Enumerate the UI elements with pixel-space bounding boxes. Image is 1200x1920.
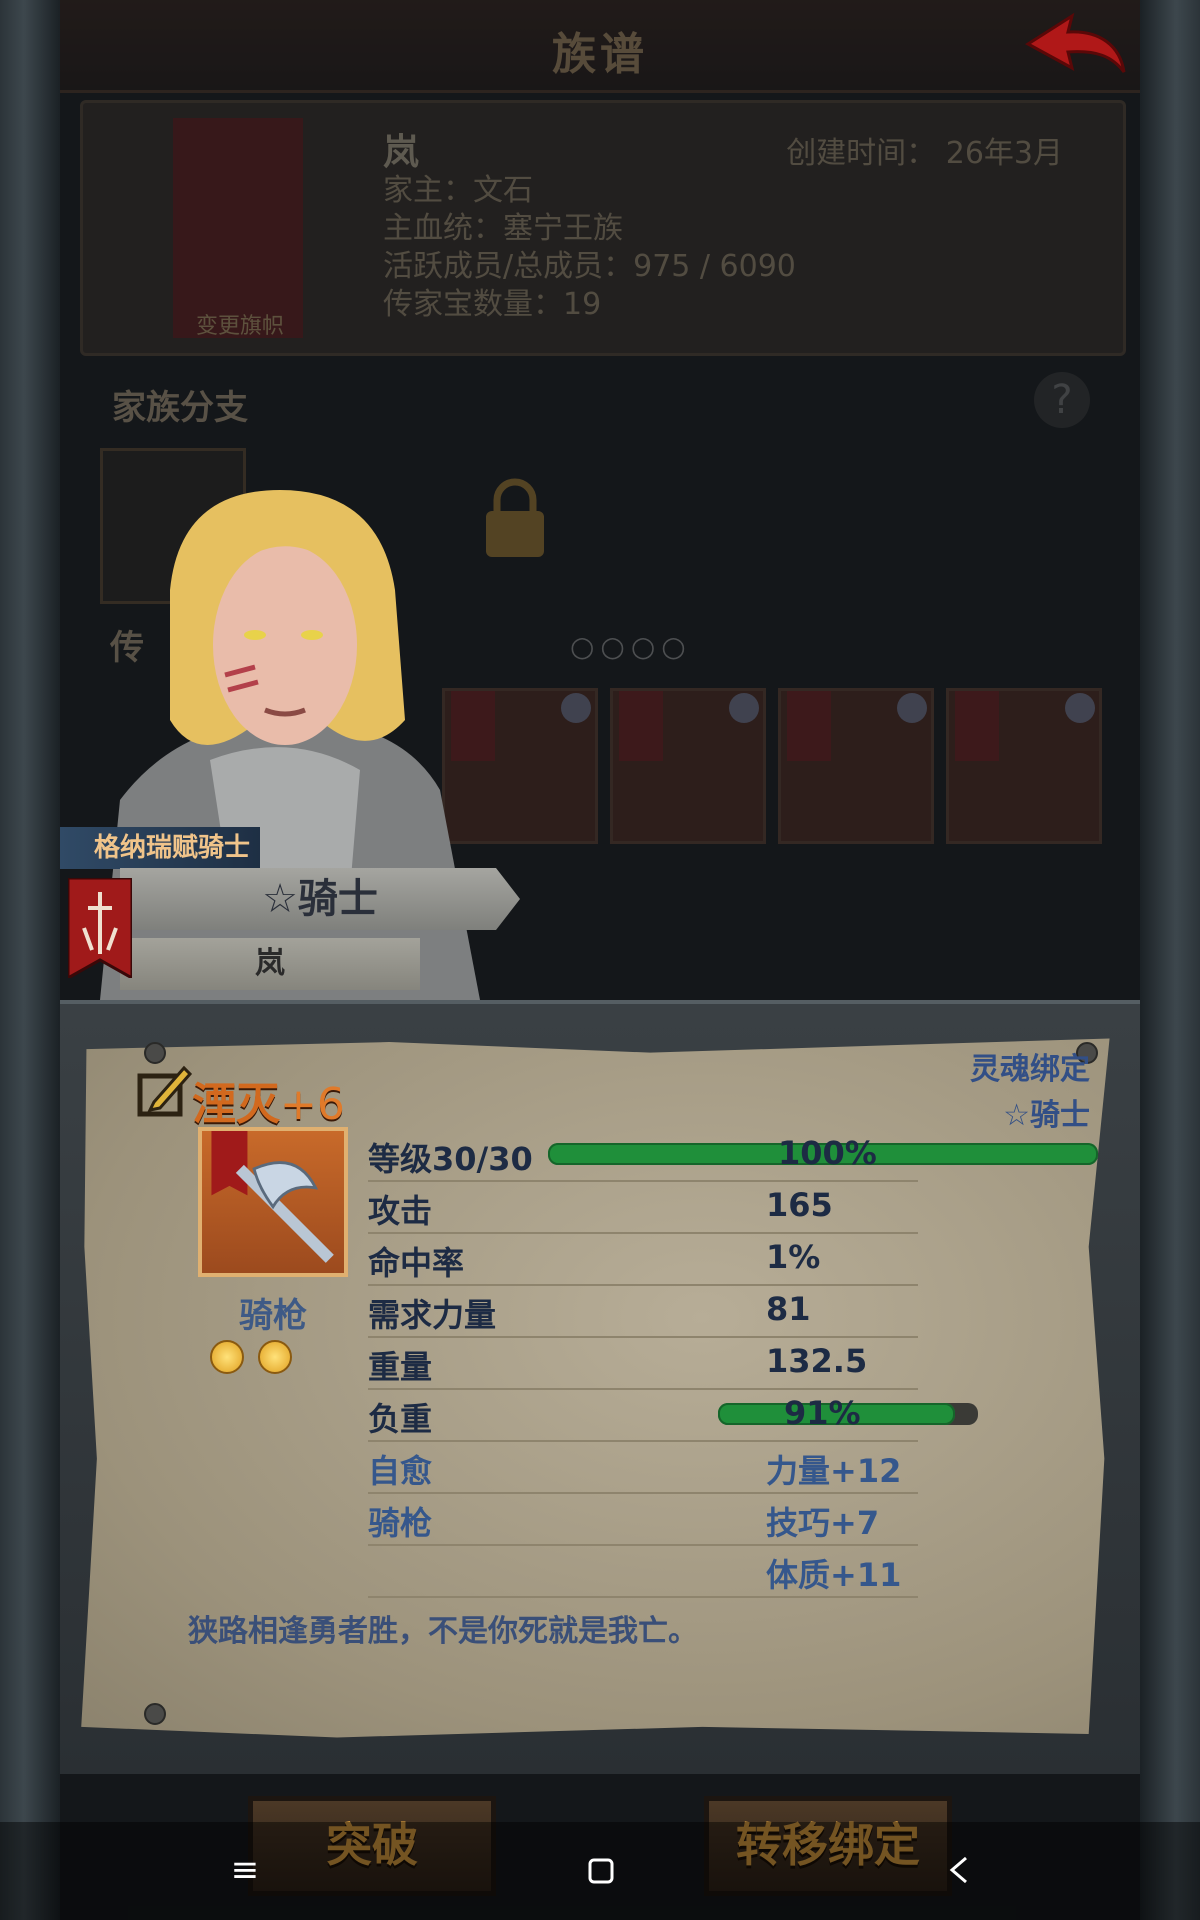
level-progress-value: 100% (778, 1134, 877, 1172)
trait-value: 体质+11 (766, 1556, 902, 1594)
heirloom-item[interactable] (946, 688, 1102, 844)
trait-row: 骑枪 技巧+7 (368, 1492, 918, 1546)
gem-socket-icon (258, 1340, 292, 1374)
lance-icon (211, 1131, 334, 1263)
trait-value: 力量+12 (766, 1452, 902, 1490)
trait-label: 骑枪 (368, 1504, 433, 1542)
load-value: 91% (784, 1394, 861, 1432)
right-stone-border (1140, 0, 1200, 1920)
heirloom-item[interactable] (778, 688, 934, 844)
weapon-flavor-text: 狭路相逢勇者胜，不是你死就是我亡。 (188, 1614, 698, 1649)
trait-label: 自愈 (368, 1452, 433, 1490)
edit-icon[interactable] (136, 1062, 192, 1118)
rivet (144, 1703, 166, 1725)
stat-label: 命中率 (368, 1244, 465, 1282)
menu-icon[interactable]: ≡ (225, 1850, 265, 1890)
stat-value: 132.5 (766, 1342, 868, 1380)
page-dots: ○○○○ (570, 630, 692, 663)
stat-value: 1% (766, 1238, 821, 1276)
bind-rank-label: ☆骑士 (1003, 1098, 1090, 1133)
heirloom-item[interactable] (610, 688, 766, 844)
back-icon[interactable] (940, 1850, 980, 1890)
stat-row: 命中率 1% (368, 1232, 918, 1286)
hero-class-ribbon: 格纳瑞赋骑士 (60, 827, 260, 869)
weapon-icon[interactable] (198, 1127, 348, 1277)
weapon-name: 湮灭+6 (192, 1079, 345, 1130)
trait-row: 自愈 力量+12 (368, 1440, 918, 1494)
soul-bind-label: 灵魂绑定 (970, 1052, 1090, 1087)
hero-rank-plate: ☆骑士 (120, 868, 520, 930)
stat-row: 重量 132.5 (368, 1336, 918, 1390)
branch-title: 家族分支 (112, 388, 248, 428)
stat-value: 81 (766, 1290, 811, 1328)
back-arrow-icon[interactable] (1020, 10, 1130, 80)
page-title: 族谱 (552, 29, 648, 80)
help-icon[interactable]: ? (1034, 372, 1090, 428)
stat-row: 攻击 165 (368, 1180, 918, 1234)
home-icon[interactable] (580, 1850, 620, 1890)
rivet (144, 1042, 166, 1064)
family-banner-icon (68, 878, 132, 978)
stat-label: 负重 (368, 1400, 433, 1438)
stat-value: 165 (766, 1186, 833, 1224)
change-banner-label[interactable]: 变更旗帜 (165, 308, 315, 340)
gem-socket-icon (210, 1340, 244, 1374)
top-bar: 族谱 (60, 0, 1140, 93)
created-time: 创建时间： 26年3月 (786, 136, 1063, 171)
stat-label: 重量 (368, 1348, 433, 1386)
left-stone-border (0, 0, 60, 1920)
game-screen: 族谱 变更旗帜 岚 创建时间： 26年3月 家主：文石 主血统：塞宁王族 活跃成… (60, 0, 1140, 1920)
weapon-type: 骑枪 (239, 1296, 307, 1336)
stat-label: 需求力量 (368, 1296, 497, 1334)
trait-value: 技巧+7 (766, 1504, 880, 1542)
hero-family-plate: 岚 (120, 938, 420, 990)
stat-label: 等级30/30 (368, 1140, 533, 1178)
heirloom-count: 传家宝数量：19 (383, 287, 602, 322)
stat-label: 攻击 (368, 1192, 433, 1230)
trait-row: 体质+11 (368, 1544, 918, 1598)
stat-row: 需求力量 81 (368, 1284, 918, 1338)
family-banner[interactable] (173, 118, 303, 338)
family-card: 变更旗帜 岚 创建时间： 26年3月 家主：文石 主血统：塞宁王族 活跃成员/总… (80, 100, 1126, 356)
